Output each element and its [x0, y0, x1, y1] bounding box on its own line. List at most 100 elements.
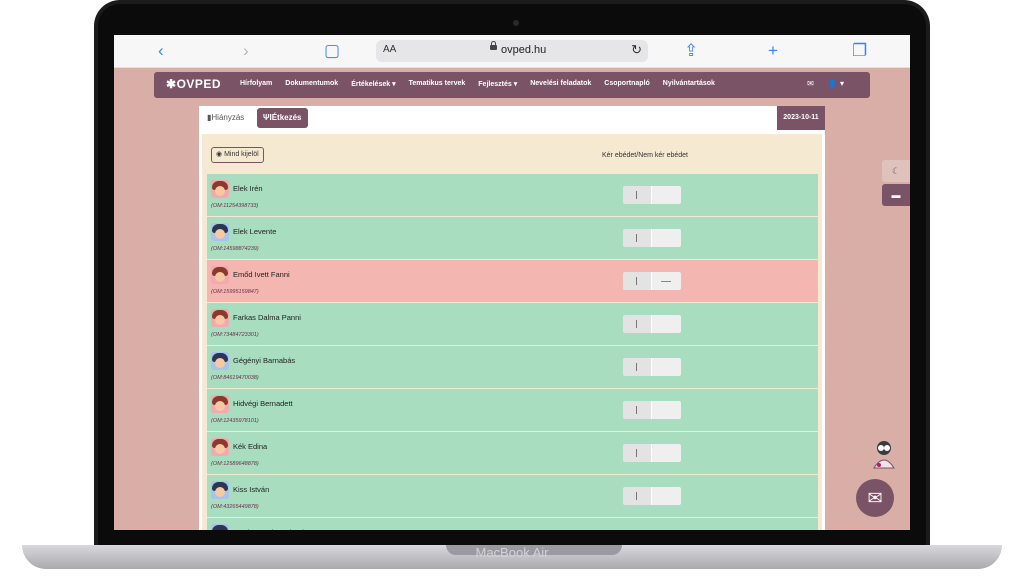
lunch-toggle[interactable]	[623, 487, 681, 505]
toggle-no-lunch[interactable]	[652, 229, 681, 247]
nav-item-csoportnaplo[interactable]: Csoportnapló	[604, 80, 650, 88]
nav-item-ertekelesek[interactable]: Értékelések ▾	[351, 80, 395, 88]
lunch-toggle[interactable]	[623, 229, 681, 247]
new-tab-icon[interactable]: +	[768, 41, 778, 61]
address-domain: ovped.hu	[501, 44, 547, 56]
student-name: Elek Levente	[233, 227, 277, 236]
lunch-toggle[interactable]	[623, 186, 681, 204]
toggle-no-lunch[interactable]	[652, 272, 681, 290]
check-circle-icon: ◉	[216, 151, 225, 158]
student-name: Elek Irén	[233, 184, 263, 193]
nav-menu: Hírfolyam Dokumentumok Értékelések ▾ Tem…	[240, 80, 715, 88]
lunch-toggle[interactable]	[623, 272, 681, 290]
student-om-id: (OM:15995159847)	[211, 289, 259, 295]
toggle-want-lunch[interactable]	[623, 186, 652, 204]
column-header: Kér ebédet/Nem kér ebédet	[602, 152, 688, 159]
toggle-want-lunch[interactable]	[623, 487, 652, 505]
tab-hianyzas[interactable]: ▮Hiányzás	[201, 108, 250, 128]
student-om-id: (OM:12435978101)	[211, 418, 259, 424]
lunch-toggle[interactable]	[623, 401, 681, 419]
toggle-no-lunch[interactable]	[652, 401, 681, 419]
student-row: Gégényi Barnabás (OM:84619470038)	[207, 346, 818, 388]
avatar	[211, 395, 229, 413]
student-om-id: (OM:73484723301)	[211, 332, 259, 338]
student-row: Elek Levente (OM:14598874239)	[207, 217, 818, 259]
nav-item-nevelesi-feladatok[interactable]: Nevelési feladatok	[530, 80, 591, 88]
toggle-no-lunch[interactable]	[652, 487, 681, 505]
share-icon[interactable]: ⇪	[684, 41, 698, 61]
student-name: Gégényi Barnabás	[233, 356, 296, 365]
device-label: MacBook Air	[475, 545, 549, 560]
student-om-id: (OM:43265449878)	[211, 504, 259, 510]
camera-icon	[513, 20, 519, 26]
meal-panel: ◉ Mind kijelöl Kér ebédet/Nem kér ebédet…	[202, 134, 822, 530]
student-om-id: (OM:14598874239)	[211, 246, 259, 252]
student-row: Farkas Dalma Panni (OM:73484723301)	[207, 303, 818, 345]
nav-item-hirfolyam[interactable]: Hírfolyam	[240, 80, 272, 88]
avatar	[211, 438, 229, 456]
toggle-want-lunch[interactable]	[623, 272, 652, 290]
logo[interactable]: ✱OVPED	[166, 77, 221, 91]
nav-item-tematikus-tervek[interactable]: Tematikus tervek	[409, 80, 466, 88]
student-name: Emőd Ivett Fanni	[233, 270, 290, 279]
tab-etkezes[interactable]: ΨIÉtkezés	[257, 108, 308, 128]
screen: ‹ › ▢ AA ovped.hu ↻ ⇪ + ❐ ✱OVPED Hírfoly…	[114, 35, 910, 530]
toggle-want-lunch[interactable]	[623, 229, 652, 247]
nav-item-dokumentumok[interactable]: Dokumentumok	[285, 80, 338, 88]
messenger-icon[interactable]: ✉	[856, 479, 894, 517]
text-size-button[interactable]: AA	[383, 44, 396, 55]
mail-icon[interactable]: ✉	[807, 79, 814, 88]
theme-toggle-icon[interactable]: ☾	[882, 160, 910, 182]
user-menu-icon[interactable]: 👤 ▾	[828, 79, 844, 88]
student-row: Emőd Ivett Fanni (OM:15995159847)	[207, 260, 818, 302]
nav-right: ✉ 👤 ▾	[807, 79, 844, 88]
toggle-no-lunch[interactable]	[652, 444, 681, 462]
date-badge: 2023-10-11	[777, 106, 825, 130]
tabs-overview-icon[interactable]: ❐	[852, 41, 867, 61]
student-om-id: (OM:11254398733)	[211, 203, 259, 209]
avatar	[211, 352, 229, 370]
student-row: Kék Edina (OM:12589648878)	[207, 432, 818, 474]
nav-item-fejlesztes[interactable]: Fejlesztés ▾	[478, 80, 517, 88]
back-icon[interactable]: ‹	[158, 41, 164, 61]
assistant-character-icon[interactable]	[866, 438, 902, 474]
main-navbar: ✱OVPED Hírfolyam Dokumentumok Értékelése…	[154, 72, 870, 98]
cutlery-icon: ΨI	[263, 113, 272, 122]
lunch-toggle[interactable]	[623, 315, 681, 333]
lunch-toggle[interactable]	[623, 358, 681, 376]
feedback-icon[interactable]: ▬	[882, 184, 910, 206]
student-name: Hidvégi Bernadett	[233, 399, 293, 408]
toggle-want-lunch[interactable]	[623, 444, 652, 462]
avatar	[211, 266, 229, 284]
student-row: Hidvégi Bernadett (OM:12435978101)	[207, 389, 818, 431]
puzzle-icon: ✱	[166, 77, 177, 91]
toggle-no-lunch[interactable]	[652, 315, 681, 333]
student-name: Kiss István	[233, 485, 270, 494]
toggle-no-lunch[interactable]	[652, 358, 681, 376]
address-bar[interactable]: AA ovped.hu ↻	[376, 40, 648, 62]
student-om-id: (OM:12589648878)	[211, 461, 259, 467]
tab-bar: ▮Hiányzás ΨIÉtkezés 2023-10-11	[199, 106, 825, 132]
toggle-want-lunch[interactable]	[623, 401, 652, 419]
lock-icon	[490, 41, 497, 50]
avatar	[211, 223, 229, 241]
avatar	[211, 524, 229, 530]
student-row: Elek Irén (OM:11254398733)	[207, 174, 818, 216]
student-row: Kiss István (OM:43265449878)	[207, 475, 818, 517]
nav-item-nyilvantartasok[interactable]: Nyilvántartások	[663, 80, 715, 88]
student-name: Farkas Dalma Panni	[233, 313, 301, 322]
avatar	[211, 481, 229, 499]
student-om-id: (OM:84619470038)	[211, 375, 259, 381]
bookmarks-icon[interactable]: ▢	[324, 41, 340, 61]
student-row: Kovács Ignác Roland	[207, 518, 818, 530]
lunch-toggle[interactable]	[623, 444, 681, 462]
forward-icon[interactable]: ›	[243, 41, 249, 61]
toggle-no-lunch[interactable]	[652, 186, 681, 204]
avatar	[211, 309, 229, 327]
meal-card: ▮Hiányzás ΨIÉtkezés 2023-10-11 ◉ Mind ki…	[199, 106, 825, 530]
toggle-want-lunch[interactable]	[623, 315, 652, 333]
student-name: Kovács Ignác Roland	[233, 528, 304, 530]
select-all-button[interactable]: ◉ Mind kijelöl	[211, 147, 264, 163]
reload-icon[interactable]: ↻	[631, 42, 642, 58]
toggle-want-lunch[interactable]	[623, 358, 652, 376]
